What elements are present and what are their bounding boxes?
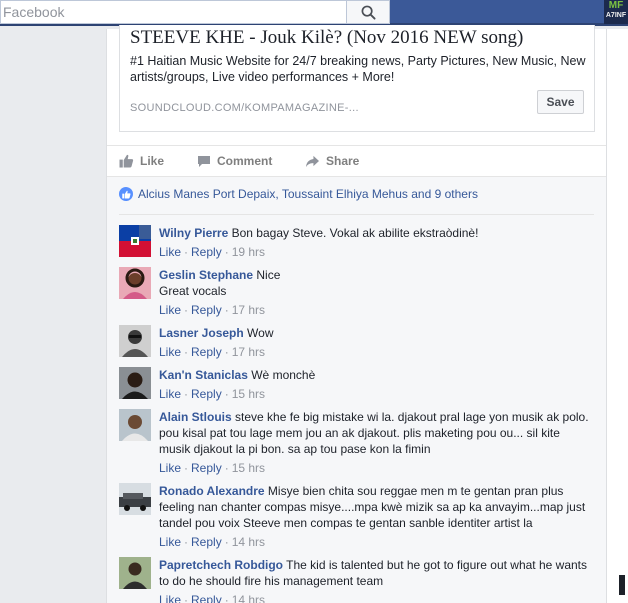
share-label: Share bbox=[326, 154, 360, 168]
meta-separator: · bbox=[184, 303, 189, 317]
meta-separator: · bbox=[184, 593, 189, 603]
logo-line1: MF bbox=[608, 0, 624, 11]
comment-like-link[interactable]: Like bbox=[159, 303, 181, 317]
avatar[interactable] bbox=[119, 483, 151, 515]
comment-like-link[interactable]: Like bbox=[159, 593, 181, 603]
avatar[interactable] bbox=[119, 367, 151, 399]
comment-author[interactable]: Papretchech Robdigo bbox=[159, 558, 283, 572]
meta-separator: · bbox=[184, 245, 189, 259]
likes-summary[interactable]: Alcius Manes Port Depaix, Toussaint Elhi… bbox=[119, 187, 478, 201]
comment-icon bbox=[198, 155, 210, 167]
comment-meta: Like · Reply · 15 hrs bbox=[159, 386, 594, 402]
comment-author[interactable]: Lasner Joseph bbox=[159, 326, 244, 340]
meta-separator: · bbox=[184, 387, 189, 401]
comment-reply-link[interactable]: Reply bbox=[191, 535, 222, 549]
comment-text: Wow bbox=[247, 326, 274, 340]
meta-separator: · bbox=[224, 387, 229, 401]
comment-text: Wè monchè bbox=[251, 368, 316, 382]
comment-meta: Like · Reply · 19 hrs bbox=[159, 244, 594, 260]
comment-author[interactable]: Ronado Alexandre bbox=[159, 484, 265, 498]
comment-meta: Like · Reply · 15 hrs bbox=[159, 460, 594, 476]
comment-action[interactable]: Comment bbox=[197, 154, 272, 168]
comment-label: Comment bbox=[217, 154, 273, 168]
share-action[interactable]: Share bbox=[305, 154, 359, 168]
comment-meta: Like · Reply · 17 hrs bbox=[159, 344, 594, 360]
link-description: #1 Haitian Music Website for 24/7 breaki… bbox=[130, 54, 586, 84]
comment-like-link[interactable]: Like bbox=[159, 245, 181, 259]
meta-separator: · bbox=[224, 593, 229, 603]
comment-timestamp[interactable]: 14 hrs bbox=[232, 535, 265, 549]
meta-separator: · bbox=[224, 345, 229, 359]
comment-text: Bon bagay Steve. Vokal ak abilite ekstra… bbox=[231, 226, 479, 240]
search-button[interactable] bbox=[346, 0, 390, 24]
comment-timestamp[interactable]: 15 hrs bbox=[232, 387, 265, 401]
share-icon bbox=[306, 155, 319, 167]
comment-timestamp[interactable]: 17 hrs bbox=[232, 345, 265, 359]
thumbs-up-icon bbox=[119, 154, 134, 168]
comment-like-link[interactable]: Like bbox=[159, 535, 181, 549]
right-gutter bbox=[607, 29, 628, 603]
page-logo[interactable]: MF A7INF bbox=[604, 0, 628, 24]
meta-separator: · bbox=[224, 303, 229, 317]
comment-reply-link[interactable]: Reply bbox=[191, 245, 222, 259]
meta-separator: · bbox=[224, 245, 229, 259]
meta-separator: · bbox=[224, 461, 229, 475]
avatar[interactable] bbox=[119, 557, 151, 589]
comments-section: Alcius Manes Port Depaix, Toussaint Elhi… bbox=[107, 176, 606, 603]
like-label: Like bbox=[140, 154, 165, 168]
comment-like-link[interactable]: Like bbox=[159, 387, 181, 401]
search-box[interactable] bbox=[0, 0, 346, 24]
post-actions: Like Comment Share bbox=[107, 145, 606, 175]
comment-author[interactable]: Alain Stlouis bbox=[159, 410, 232, 424]
comment-like-link[interactable]: Like bbox=[159, 345, 181, 359]
comment-timestamp[interactable]: 14 hrs bbox=[232, 593, 265, 603]
avatar[interactable] bbox=[119, 409, 151, 441]
comment-reply-link[interactable]: Reply bbox=[191, 345, 222, 359]
link-domain: SOUNDCLOUD.COM/KOMPAMAGAZINE-... bbox=[130, 102, 359, 114]
link-title[interactable]: STEEVE KHE - Jouk Kilè? (Nov 2016 NEW so… bbox=[130, 27, 523, 49]
comment-reply-link[interactable]: Reply bbox=[191, 593, 222, 603]
avatar[interactable] bbox=[119, 225, 151, 257]
like-badge-icon bbox=[119, 187, 133, 201]
comment-timestamp[interactable]: 17 hrs bbox=[232, 303, 265, 317]
like-action[interactable]: Like bbox=[119, 154, 164, 168]
comment-timestamp[interactable]: 19 hrs bbox=[232, 245, 265, 259]
meta-separator: · bbox=[184, 345, 189, 359]
comment-author[interactable]: Wilny Pierre bbox=[159, 226, 228, 240]
post-card: STEEVE KHE - Jouk Kilè? (Nov 2016 NEW so… bbox=[106, 25, 607, 603]
top-bar: MF A7INF bbox=[0, 0, 628, 26]
meta-separator: · bbox=[224, 535, 229, 549]
search-icon bbox=[361, 5, 376, 20]
comment-reply-link[interactable]: Reply bbox=[191, 387, 222, 401]
comment-meta: Like · Reply · 17 hrs bbox=[159, 302, 594, 318]
comment-reply-link[interactable]: Reply bbox=[191, 303, 222, 317]
divider bbox=[119, 214, 594, 215]
comment-author[interactable]: Kan'n Staniclas bbox=[159, 368, 248, 382]
logo-line2: A7INF bbox=[605, 12, 627, 19]
comment-reply-link[interactable]: Reply bbox=[191, 461, 222, 475]
scroll-edge bbox=[619, 575, 625, 595]
avatar[interactable] bbox=[119, 325, 151, 357]
meta-separator: · bbox=[184, 535, 189, 549]
link-preview[interactable]: STEEVE KHE - Jouk Kilè? (Nov 2016 NEW so… bbox=[119, 25, 595, 132]
comment-meta: Like · Reply · 14 hrs bbox=[159, 534, 594, 550]
comment-timestamp[interactable]: 15 hrs bbox=[232, 461, 265, 475]
search-input[interactable] bbox=[1, 1, 346, 23]
likes-summary-text[interactable]: Alcius Manes Port Depaix, Toussaint Elhi… bbox=[138, 187, 478, 201]
comment-like-link[interactable]: Like bbox=[159, 461, 181, 475]
avatar[interactable] bbox=[119, 267, 151, 299]
meta-separator: · bbox=[184, 461, 189, 475]
save-button[interactable]: Save bbox=[537, 90, 584, 114]
comment-meta: Like · Reply · 14 hrs bbox=[159, 592, 594, 603]
comment-author[interactable]: Geslin Stephane bbox=[159, 268, 253, 282]
